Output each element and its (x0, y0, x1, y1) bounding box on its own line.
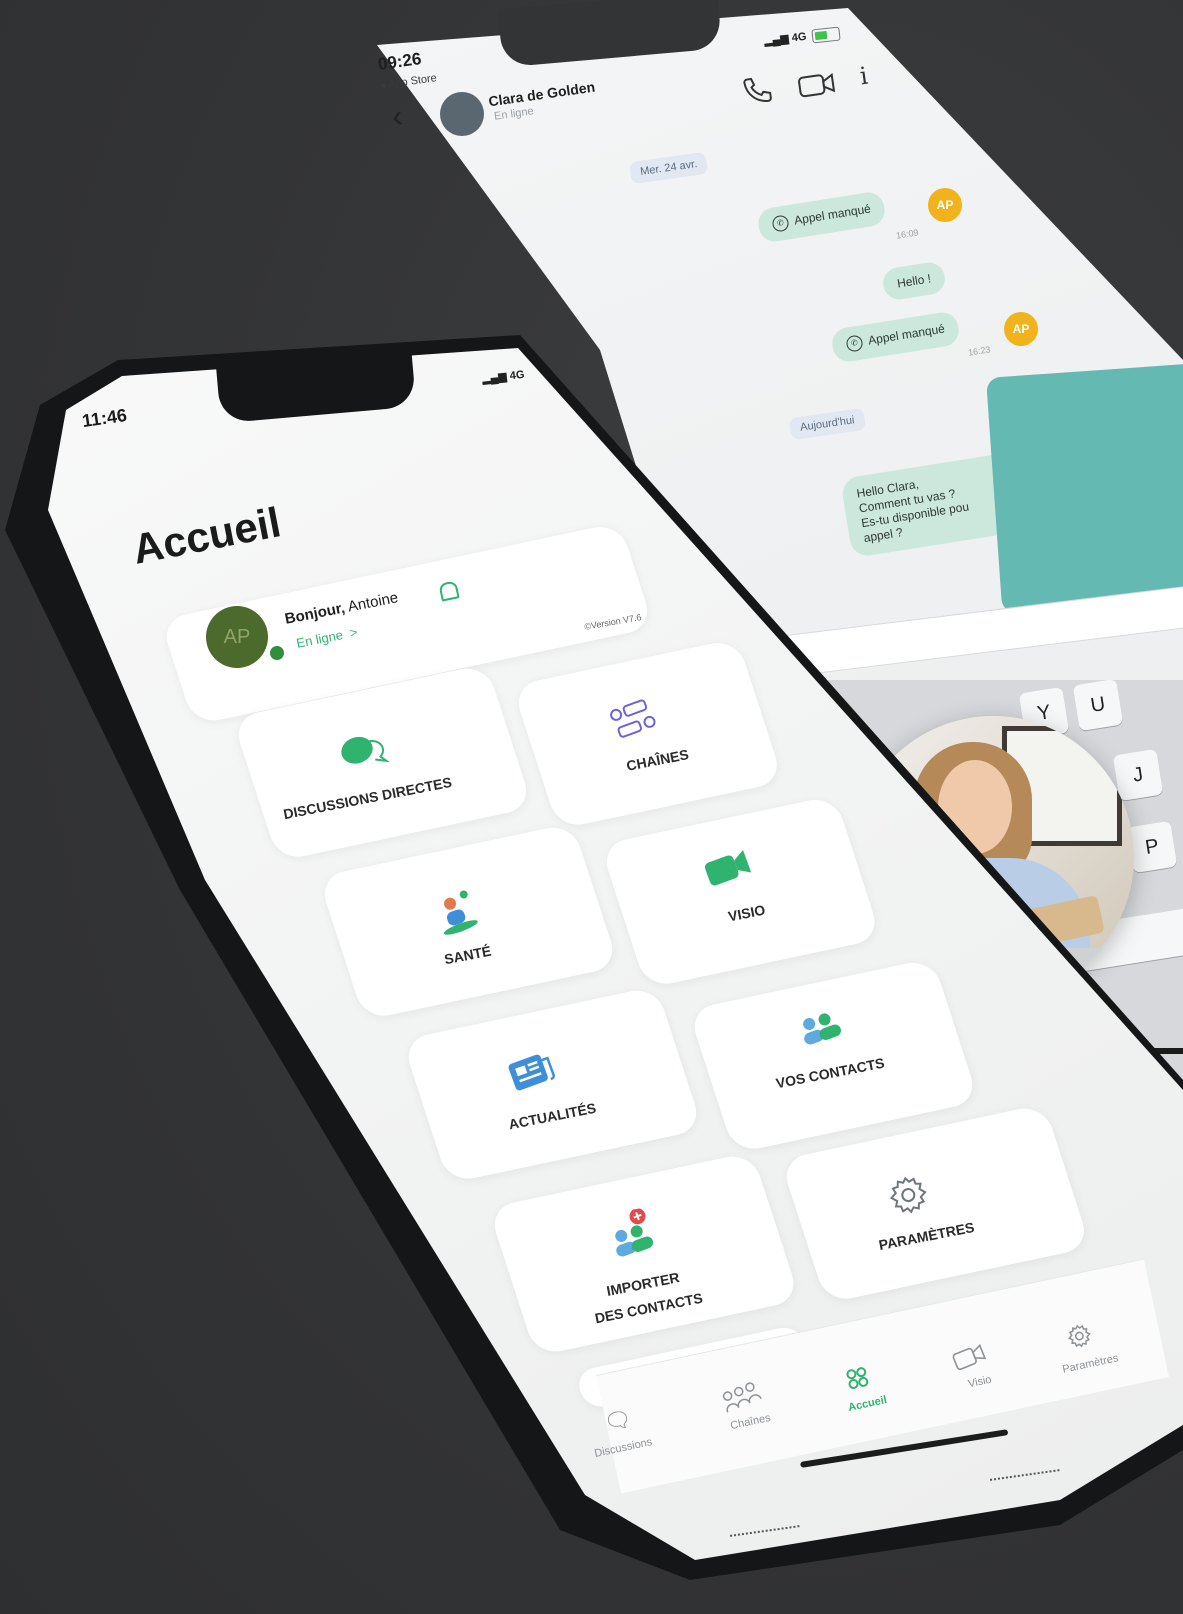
chat-bubbles-icon (334, 726, 394, 782)
network-label: 4G (791, 30, 808, 45)
battery-icon (811, 26, 841, 44)
video-camera-icon (700, 846, 759, 898)
message-text: Appel manqué (867, 321, 946, 348)
avatar[interactable]: AP (206, 606, 268, 668)
health-icon (428, 886, 486, 946)
key-p[interactable]: P (1126, 820, 1178, 874)
gear-icon (882, 1168, 937, 1229)
key-u[interactable]: U (1072, 678, 1124, 732)
online-status-dot (268, 644, 286, 662)
import-contacts-icon (602, 1206, 665, 1271)
news-icon (504, 1048, 562, 1104)
phone-icon: ✆ (771, 214, 790, 233)
channels-icon (608, 696, 662, 753)
call-overlay-panel (986, 364, 1183, 614)
avatar-badge: AP (1004, 312, 1038, 346)
contact-avatar[interactable] (440, 92, 484, 136)
phone-icon[interactable] (740, 74, 774, 113)
video-icon[interactable] (797, 70, 837, 105)
message-text: Appel manqué (793, 201, 872, 228)
contacts-icon (793, 1006, 852, 1058)
network-label: 4G (509, 368, 526, 383)
phone-icon: ✆ (845, 334, 864, 353)
back-chevron-icon[interactable]: ‹ (389, 97, 405, 135)
avatar-badge: AP (928, 188, 962, 222)
